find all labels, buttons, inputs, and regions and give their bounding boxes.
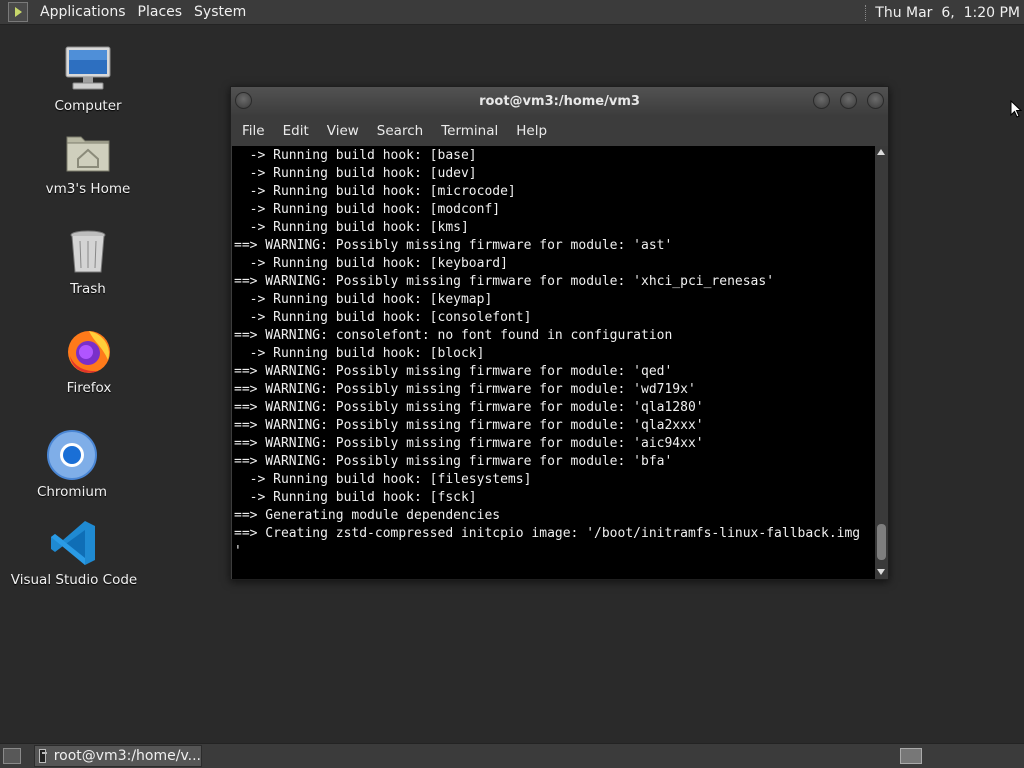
desktop-icon-label: Chromium xyxy=(36,484,108,500)
desktop-icon-label: Visual Studio Code xyxy=(10,572,138,588)
terminal-icon xyxy=(39,749,47,763)
menu-search[interactable]: Search xyxy=(370,123,430,139)
terminal-output[interactable]: -> Running build hook: [base] -> Running… xyxy=(232,146,875,579)
home-folder-icon xyxy=(63,127,113,177)
desktop-icon-chromium[interactable]: Chromium xyxy=(12,430,132,500)
mouse-cursor-icon xyxy=(1010,100,1023,118)
vscode-icon xyxy=(49,518,99,568)
taskbar-item-terminal[interactable]: root@vm3:/home/v... xyxy=(34,745,202,767)
desktop-icon-label: Trash xyxy=(70,281,106,297)
scroll-down-arrow-icon[interactable] xyxy=(877,569,885,575)
desktop-icon-computer[interactable]: Computer xyxy=(28,44,148,114)
scrollbar-thumb[interactable] xyxy=(877,524,886,560)
terminal-text: -> Running build hook: [base] -> Running… xyxy=(234,148,861,559)
terminal-scrollbar[interactable] xyxy=(875,146,888,579)
trash-icon xyxy=(63,227,113,277)
window-menu-button[interactable] xyxy=(235,92,252,109)
desktop-icon-firefox[interactable]: Firefox xyxy=(29,326,149,396)
minimize-button[interactable] xyxy=(813,92,830,109)
computer-icon xyxy=(63,44,113,94)
places-menu[interactable]: Places xyxy=(132,0,189,25)
firefox-icon xyxy=(64,326,114,376)
desktop-icon-home[interactable]: vm3's Home xyxy=(28,127,148,197)
menu-help[interactable]: Help xyxy=(509,123,554,139)
applications-menu[interactable]: Applications xyxy=(34,0,132,25)
maximize-button[interactable] xyxy=(840,92,857,109)
taskbar-item-label: root@vm3:/home/v... xyxy=(53,748,201,764)
window-titlebar[interactable]: root@vm3:/home/vm3 xyxy=(231,87,888,115)
menu-terminal[interactable]: Terminal xyxy=(434,123,505,139)
desktop-icon-label: Firefox xyxy=(66,380,112,396)
desktop-icon-vscode[interactable]: Visual Studio Code xyxy=(10,518,138,588)
clock[interactable]: Thu Mar 6, 1:20 PM xyxy=(875,5,1020,21)
panel-separator xyxy=(865,4,867,21)
menu-edit[interactable]: Edit xyxy=(276,123,316,139)
system-menu[interactable]: System xyxy=(188,0,252,25)
chromium-icon xyxy=(47,430,97,480)
menu-file[interactable]: File xyxy=(235,123,272,139)
close-button[interactable] xyxy=(867,92,884,109)
terminal-window[interactable]: root@vm3:/home/vm3 File Edit View Search… xyxy=(230,86,889,580)
window-menubar: File Edit View Search Terminal Help xyxy=(231,115,888,146)
window-title: root@vm3:/home/vm3 xyxy=(479,93,640,109)
desktop-icon-label: Computer xyxy=(54,98,122,114)
workspace-switcher[interactable] xyxy=(900,748,922,764)
main-menu-icon[interactable] xyxy=(8,2,28,22)
bottom-panel: root@vm3:/home/v... xyxy=(0,743,1024,768)
desktop-icon-trash[interactable]: Trash xyxy=(28,227,148,297)
scroll-up-arrow-icon[interactable] xyxy=(877,149,885,155)
desktop-icon-label: vm3's Home xyxy=(45,181,131,197)
top-panel: Applications Places System Thu Mar 6, 1:… xyxy=(0,0,1024,25)
menu-view[interactable]: View xyxy=(320,123,366,139)
show-desktop-icon[interactable] xyxy=(3,748,21,764)
